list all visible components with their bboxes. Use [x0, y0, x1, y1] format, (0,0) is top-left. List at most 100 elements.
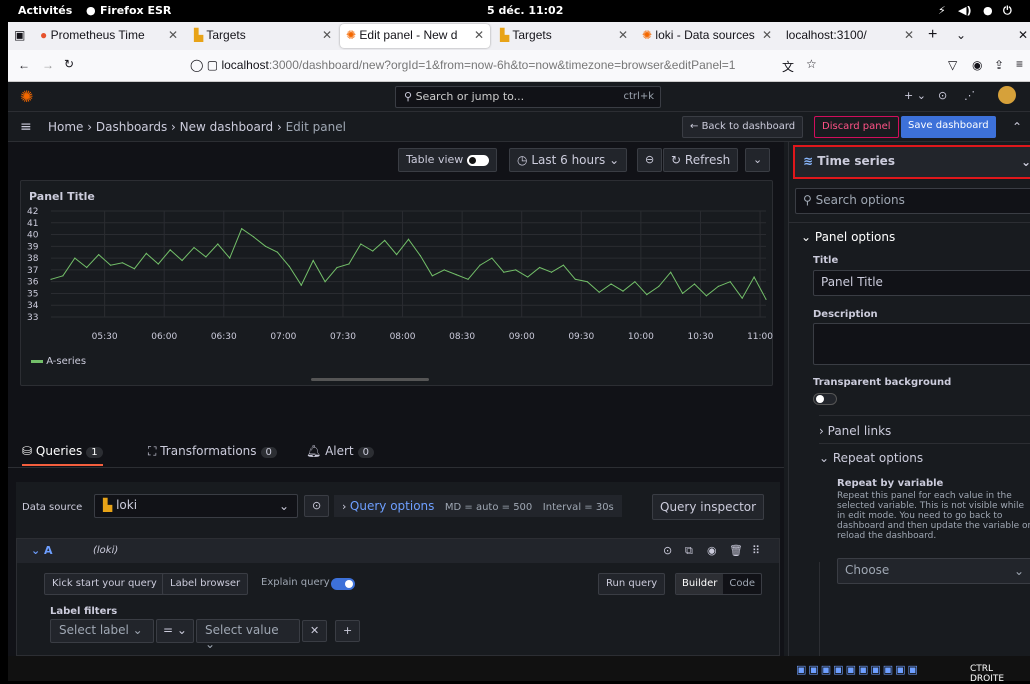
tab-transformations[interactable]: ⛶ Transformations 0 [148, 444, 277, 459]
back-icon[interactable]: ← [18, 58, 30, 72]
mic-icon[interactable]: ● [983, 4, 993, 17]
tab-label: Targets [206, 28, 246, 42]
tab-alert[interactable]: 🔔︎ Alert 0 [306, 444, 375, 458]
collapse-icon[interactable]: ⌃ [1012, 120, 1022, 134]
repeat-options-header[interactable]: ⌄ Repeat options [819, 451, 923, 465]
breadcrumb-new-dashboard[interactable]: New dashboard [180, 120, 273, 134]
toggle-switch[interactable] [466, 154, 489, 166]
tab-list-icon[interactable]: ⌄ [956, 28, 966, 42]
tab-label: Targets [512, 28, 552, 42]
eye-icon[interactable]: ◉ [707, 544, 717, 557]
clock[interactable]: 5 déc. 11:02 [487, 4, 563, 17]
resize-handle[interactable] [311, 378, 429, 381]
avatar[interactable] [998, 86, 1016, 104]
menu-icon[interactable]: ≡ [1016, 57, 1023, 71]
trash-icon[interactable]: 🗑︎ [729, 544, 743, 557]
kick-start-button[interactable]: Kick start your query [44, 573, 165, 595]
panel-options-label: Panel options [814, 230, 896, 244]
visualization-picker[interactable]: ≋ Time series ⌄ [793, 145, 1030, 179]
close-icon[interactable]: ✕ [904, 28, 914, 42]
browser-tab[interactable]: ✺ loki - Data sources ✕ [636, 24, 778, 48]
run-query-button[interactable]: Run query [598, 573, 666, 595]
help-icon[interactable]: ⊙ [663, 544, 672, 557]
tab-overview-icon[interactable]: ▣ [14, 28, 25, 42]
breadcrumb-home[interactable]: Home [48, 120, 83, 134]
add-new-icon[interactable]: + ⌄ [904, 89, 926, 102]
splitter[interactable] [784, 142, 788, 656]
select-value-dropdown[interactable]: Select value ⌄ [196, 619, 300, 651]
reload-icon[interactable]: ↻ [64, 57, 74, 71]
close-icon[interactable]: ✕ [322, 28, 332, 42]
time-range-picker[interactable]: ◷ Last 6 hours ⌄ [509, 148, 628, 172]
search-options-input[interactable]: ⚲ Search options [795, 188, 1030, 214]
query-collapse-icon[interactable]: ⌄ A [31, 544, 53, 557]
browser-tab[interactable]: ● Prometheus Time ✕ [34, 24, 184, 48]
remove-filter-button[interactable]: ✕ [302, 620, 328, 642]
close-icon[interactable]: ✕ [474, 28, 484, 42]
panel-options-header[interactable]: ⌄ Panel options [801, 230, 895, 244]
add-filter-button[interactable]: + [335, 620, 361, 642]
browser-tab[interactable]: ▙ Targets ✕ [494, 24, 634, 48]
grafana-logo-icon[interactable]: ✺ [20, 87, 33, 106]
table-view-toggle[interactable]: Table view [398, 148, 497, 172]
pocket-icon[interactable]: ▽ [948, 58, 957, 72]
help-icon[interactable]: ⊙ [938, 89, 947, 102]
repeat-variable-dropdown[interactable]: Choose ⌄ [837, 558, 1030, 584]
close-icon[interactable]: ✕ [618, 28, 628, 42]
query-row-header[interactable]: ⌄ A (loki) ⊙ ⧉ ◉ 🗑︎ ⠿ [17, 539, 779, 563]
close-icon[interactable]: ✕ [168, 28, 178, 42]
drag-handle-icon[interactable]: ⠿ [752, 544, 760, 557]
bookmark-star-icon[interactable]: ☆ [806, 57, 817, 71]
menu-toggle-icon[interactable]: ≡ [20, 119, 32, 135]
select-label-dropdown[interactable]: Select label ⌄ [50, 619, 154, 643]
news-icon[interactable]: ⋰ [964, 89, 975, 102]
search-input[interactable]: ⚲ Search or jump to... ctrl+k [395, 86, 661, 108]
browser-tab[interactable]: localhost:3100/ ✕ [780, 24, 920, 48]
description-input[interactable] [813, 323, 1030, 365]
network-icon[interactable]: ⚡ [938, 4, 946, 17]
zoom-out-button[interactable]: ⊖ [637, 148, 663, 172]
code-mode-button[interactable]: Code [723, 574, 761, 594]
account-icon[interactable]: ◉ [972, 58, 982, 72]
query-inspector-button[interactable]: Query inspector [652, 494, 765, 520]
title-input[interactable]: Panel Title [813, 270, 1030, 296]
refresh-interval-dropdown[interactable]: ⌄ [745, 148, 771, 172]
app-name[interactable]: Firefox ESR [100, 4, 171, 17]
discard-panel-button[interactable]: Discard panel [814, 116, 899, 138]
y-tick-label: 41 [27, 219, 38, 229]
power-icon[interactable]: ⏻ [1003, 4, 1012, 18]
tab-queries[interactable]: ⛁ Queries 1 [22, 444, 103, 466]
activities-button[interactable]: Activités [18, 4, 72, 17]
browser-tab[interactable]: ▙ Targets ✕ [188, 24, 338, 48]
new-tab-button[interactable]: + [928, 26, 937, 44]
panel-links-header[interactable]: › Panel links [819, 424, 891, 438]
query-options-toggle[interactable]: › Query options MD = auto = 500 Interval… [334, 495, 622, 517]
volume-icon[interactable]: ◀) [958, 4, 972, 17]
legend-item[interactable]: A-series [31, 356, 86, 367]
operator-dropdown[interactable]: = ⌄ [156, 619, 194, 643]
datasource-help-button[interactable]: ⊙ [304, 495, 330, 517]
duplicate-icon[interactable]: ⧉ [685, 544, 693, 558]
data-point [693, 283, 696, 285]
browser-tab-active[interactable]: ✺ Edit panel - New d ✕ [340, 24, 490, 48]
tab-label: loki - Data sources [655, 28, 755, 42]
forward-icon[interactable]: → [42, 58, 54, 72]
refresh-button[interactable]: ↻ Refresh [663, 148, 739, 172]
url-field[interactable]: ◯ ▢ localhost:3000/dashboard/new?orgId=1… [184, 54, 794, 78]
time-series-icon: ≋ [803, 154, 814, 168]
breadcrumb-dashboards[interactable]: Dashboards [96, 120, 167, 134]
builder-mode-button[interactable]: Builder [676, 574, 724, 594]
panel-preview: Panel Title 42 41 40 39 38 37 36 35 34 33 05:30 06:… [20, 180, 773, 386]
tab-label: Prometheus Time [50, 28, 145, 42]
translate-icon[interactable]: 文 [782, 58, 794, 75]
label-browser-button[interactable]: Label browser [162, 573, 249, 595]
data-point [527, 276, 529, 278]
save-dashboard-button[interactable]: Save dashboard [901, 116, 996, 138]
back-to-dashboard-button[interactable]: ← Back to dashboard [682, 116, 804, 138]
close-icon[interactable]: ✕ [762, 28, 772, 42]
close-window-icon[interactable]: ✕ [1018, 28, 1028, 42]
explain-query-toggle[interactable] [331, 578, 355, 590]
datasource-picker[interactable]: ▙ loki ⌄ [94, 494, 298, 518]
transparent-toggle[interactable] [813, 393, 837, 405]
share-icon[interactable]: ⇪ [994, 58, 1004, 72]
